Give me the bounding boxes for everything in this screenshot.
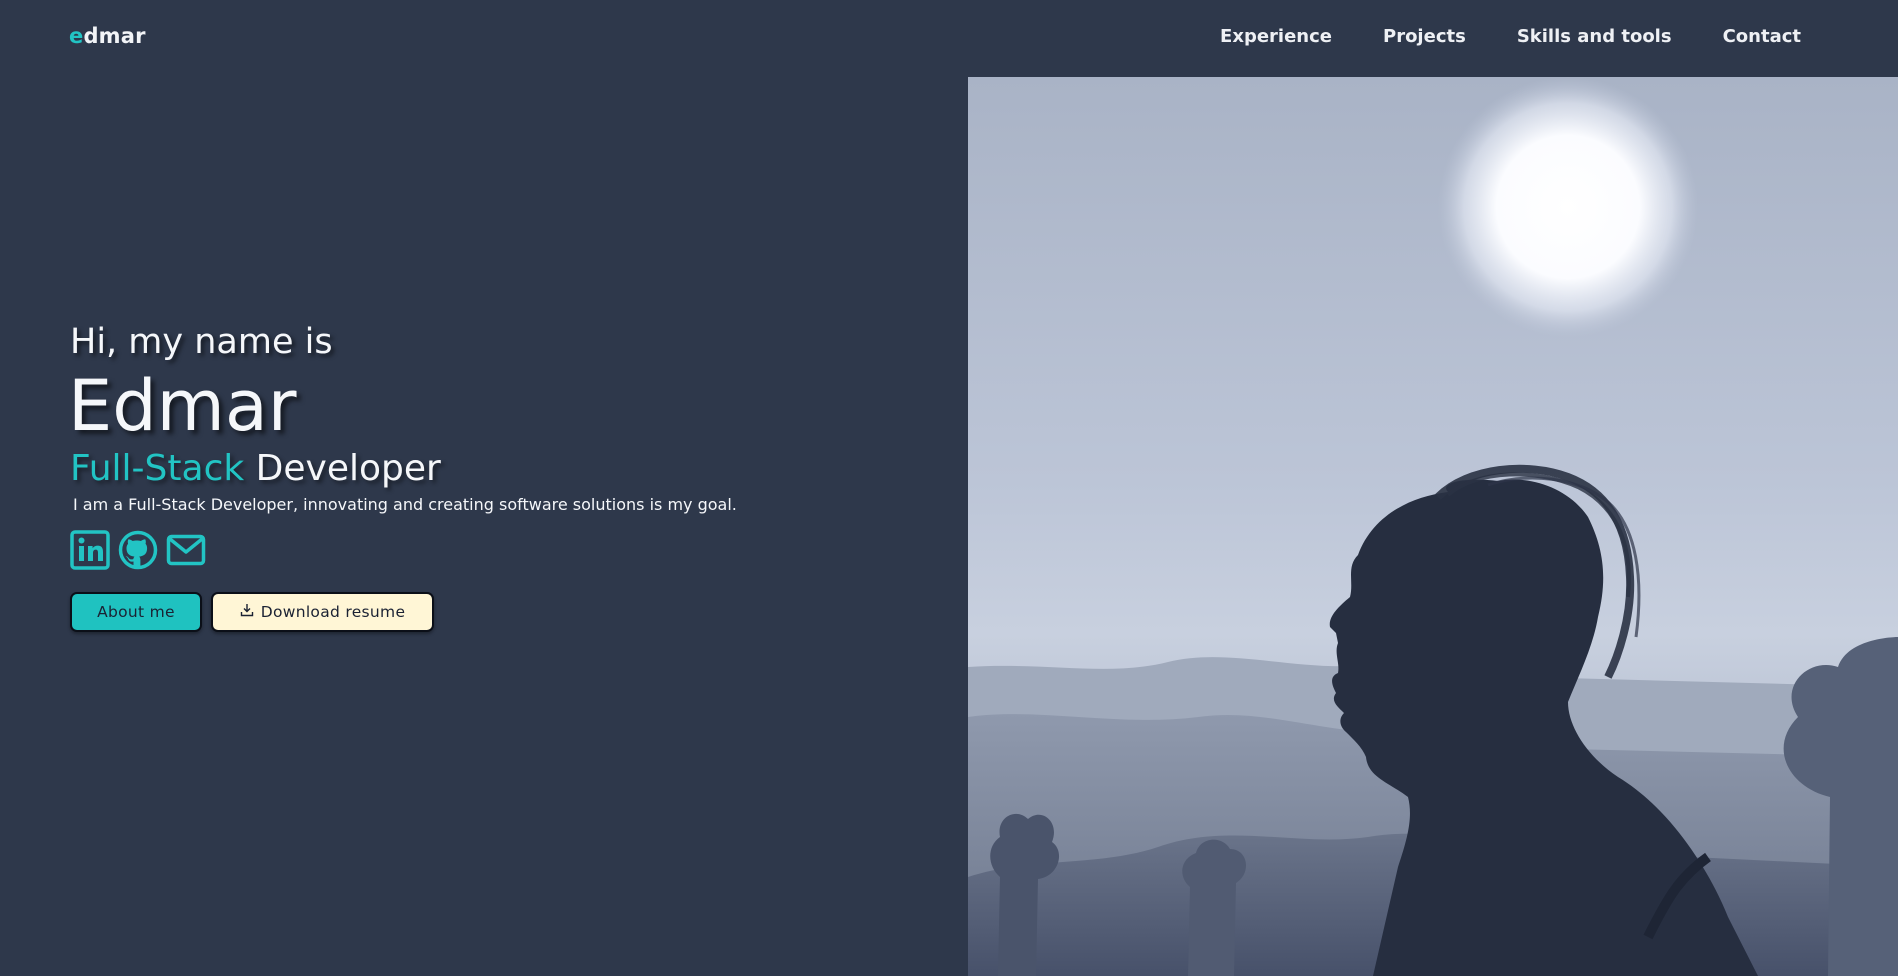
hero-role-rest: Developer [255, 448, 441, 489]
nav-experience[interactable]: Experience [1220, 26, 1332, 47]
hero-section: Hi, my name is Edmar Full-Stack Develope… [68, 318, 920, 632]
logo[interactable]: edmar [69, 24, 146, 48]
nav-projects[interactable]: Projects [1383, 26, 1466, 47]
download-icon [240, 603, 254, 621]
linkedin-icon[interactable] [70, 530, 110, 570]
github-icon[interactable] [118, 530, 158, 570]
hero-description: I am a Full-Stack Developer, innovating … [73, 495, 737, 514]
mail-icon[interactable] [166, 530, 206, 570]
about-me-label: About me [97, 603, 175, 621]
logo-accent: e [69, 24, 84, 48]
hero-name: Edmar [68, 365, 297, 447]
hero-buttons: About me Download resume [70, 592, 920, 632]
main-nav: Experience Projects Skills and tools Con… [1220, 26, 1801, 47]
profile-photo [968, 77, 1898, 976]
hero-role-accent: Full-Stack [70, 448, 245, 489]
download-resume-button[interactable]: Download resume [211, 592, 434, 632]
nav-contact[interactable]: Contact [1723, 26, 1801, 47]
nav-skills-and-tools[interactable]: Skills and tools [1517, 26, 1672, 47]
hero-role: Full-Stack Developer [70, 448, 920, 490]
profile-photo-image [968, 77, 1898, 976]
about-me-button[interactable]: About me [70, 592, 202, 632]
social-links [70, 530, 920, 570]
hero-greeting: Hi, my name is [70, 322, 333, 362]
download-resume-label: Download resume [260, 603, 406, 621]
logo-text: dmar [83, 24, 146, 48]
